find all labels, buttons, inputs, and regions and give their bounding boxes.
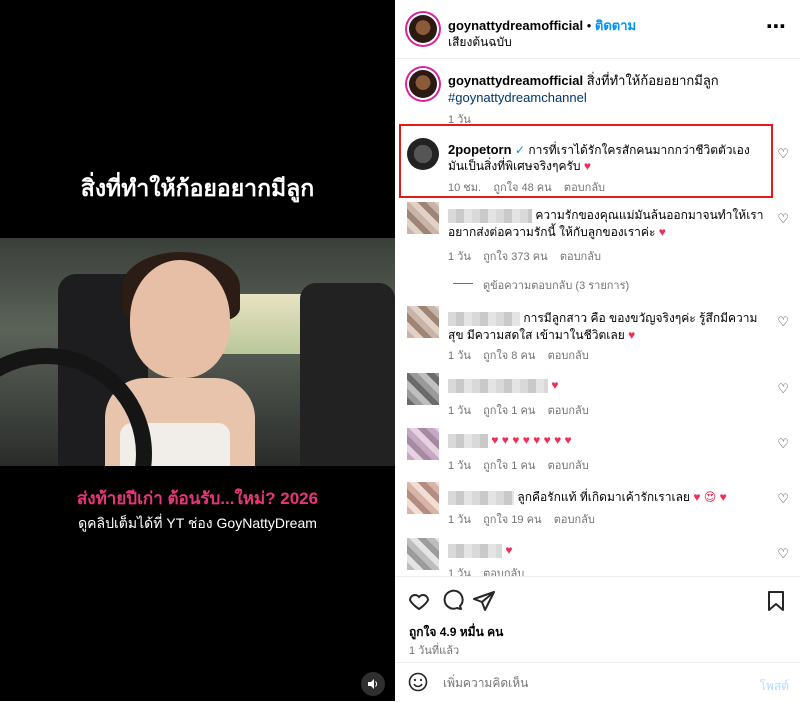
post-comment-button[interactable]: โพสต์ <box>760 677 789 696</box>
blurred-username[interactable] <box>448 433 488 448</box>
comment-item: ความรักของคุณแม่มันล้นออกมาจนทำให้เราอยา… <box>448 207 768 241</box>
comment-likes[interactable]: ถูกใจ 19 คน <box>483 514 541 526</box>
comment-item: การมีลูกสาว คือ ของขวัญจริงๆค่ะ รู้สึกมี… <box>448 310 768 344</box>
comment-time: 1 วัน <box>448 405 471 417</box>
reply-button[interactable]: ตอบกลับ <box>548 350 589 362</box>
save-bookmark-icon[interactable] <box>764 589 788 613</box>
emoji-picker-icon[interactable] <box>408 672 428 697</box>
post-header: goynattydreamofficial • ติดตาม เสียงต้นฉ… <box>395 0 800 59</box>
caption-username[interactable]: goynattydreamofficial <box>448 73 583 88</box>
blurred-username[interactable] <box>448 543 502 558</box>
comment-item: ♥ ♥ ♥ ♥ ♥ ♥ ♥ ♥ <box>448 433 572 448</box>
comment-likes[interactable]: ถูกใจ 8 คน <box>483 350 535 362</box>
like-comment-heart-icon[interactable]: ♡ <box>777 146 789 162</box>
heart-emoji: ♥ <box>505 543 513 557</box>
caption-avatar[interactable] <box>409 70 437 98</box>
heart-emoji: ♥ <box>628 328 636 342</box>
audio-label[interactable]: เสียงต้นฉบับ <box>448 33 512 52</box>
comment-item: ♥ <box>448 543 512 558</box>
comment-avatar[interactable] <box>407 428 439 460</box>
comment-item: ♥ <box>448 378 558 393</box>
share-paper-plane-icon[interactable] <box>472 589 496 613</box>
comment-avatar[interactable] <box>407 482 439 514</box>
video-frame <box>0 238 395 466</box>
heart-emoji: ♥ <box>658 225 666 239</box>
comment-avatar[interactable] <box>407 538 439 570</box>
caption-hashtag[interactable]: #goynattydreamchannel <box>448 90 587 105</box>
author-username[interactable]: goynattydreamofficial <box>448 18 583 33</box>
like-comment-heart-icon[interactable]: ♡ <box>777 546 789 562</box>
comment-input[interactable] <box>441 672 735 694</box>
video-overlay-subtitle: ส่งท้ายปีเก่า ต้อนรับ...ใหม่? 2026 <box>76 489 319 508</box>
comment-text: ลูกคือรักแท้ ที่เกิดมาเค้ารักเราเลย <box>517 490 690 504</box>
blurred-username[interactable] <box>448 490 514 505</box>
reply-button[interactable]: ตอบกลับ <box>554 514 595 526</box>
comment-avatar[interactable] <box>407 202 439 234</box>
comment-avatar[interactable] <box>407 373 439 405</box>
heart-emoji: ♥ ♥ ♥ ♥ ♥ ♥ ♥ ♥ <box>491 433 572 447</box>
comment-time: 1 วัน <box>448 568 471 576</box>
like-comment-heart-icon[interactable]: ♡ <box>777 314 789 330</box>
comment-likes[interactable]: ถูกใจ 373 คน <box>483 251 547 263</box>
comment-time: 1 วัน <box>448 514 471 526</box>
highlight-box <box>399 124 773 198</box>
comment-bubble-icon[interactable] <box>440 589 464 613</box>
reply-button[interactable]: ตอบกลับ <box>560 251 601 263</box>
like-comment-heart-icon[interactable]: ♡ <box>777 381 789 397</box>
view-replies-link[interactable]: ดูข้อความตอบกลับ (3 รายการ) <box>483 276 629 294</box>
comment-avatar[interactable] <box>407 306 439 338</box>
comment-time: 1 วัน <box>448 460 471 472</box>
like-comment-heart-icon[interactable]: ♡ <box>777 491 789 507</box>
more-options-icon[interactable]: ⋯ <box>766 14 786 39</box>
follow-button[interactable]: ติดตาม <box>595 18 636 33</box>
comment-time: 1 วัน <box>448 251 471 263</box>
header-separator: • <box>586 18 592 33</box>
reply-button[interactable]: ตอบกลับ <box>483 568 524 576</box>
comment-item: ลูกคือรักแท้ ที่เกิดมาเค้ารักเราเลย ♥ 😍 … <box>448 488 727 507</box>
comment-likes[interactable]: ถูกใจ 1 คน <box>483 460 535 472</box>
blurred-username[interactable] <box>448 378 548 393</box>
like-comment-heart-icon[interactable]: ♡ <box>777 211 789 227</box>
post-actions: ถูกใจ 4.9 หมื่น คน 1 วันที่แล้ว <box>395 576 800 663</box>
reel-video[interactable]: สิ่งที่ทำให้ก้อยอยากมีลูก ส่งท้ายปีเก่า … <box>0 0 395 701</box>
heart-emoji: ♥ <box>551 378 559 392</box>
heart-emoji: ♥ 😍 ♥ <box>693 490 727 504</box>
post-panel: goynattydreamofficial • ติดตาม เสียงต้นฉ… <box>395 0 800 701</box>
reply-button[interactable]: ตอบกลับ <box>548 460 589 472</box>
replies-divider <box>453 283 473 284</box>
post-likes-count[interactable]: ถูกใจ 4.9 หมื่น คน <box>409 623 503 642</box>
comment-time: 1 วัน <box>448 350 471 362</box>
post-time: 1 วันที่แล้ว <box>409 645 460 657</box>
like-comment-heart-icon[interactable]: ♡ <box>777 436 789 452</box>
video-overlay-caption: ดูคลิปเต็มได้ที่ YT ช่อง GoyNattyDream <box>78 515 317 531</box>
caption: goynattydreamofficial สิ่งที่ทำให้ก้อยอย… <box>448 72 778 106</box>
like-heart-icon[interactable] <box>407 589 431 613</box>
blurred-username[interactable] <box>448 311 520 326</box>
video-overlay-title: สิ่งที่ทำให้ก้อยอยากมีลูก <box>80 175 315 201</box>
author-avatar[interactable] <box>409 15 437 43</box>
reply-button[interactable]: ตอบกลับ <box>548 405 589 417</box>
caption-text: สิ่งที่ทำให้ก้อยอยากมีลูก <box>586 73 719 88</box>
volume-icon[interactable] <box>361 672 385 696</box>
blurred-username[interactable] <box>448 208 532 223</box>
comment-likes[interactable]: ถูกใจ 1 คน <box>483 405 535 417</box>
comment-composer: โพสต์ <box>395 662 800 702</box>
